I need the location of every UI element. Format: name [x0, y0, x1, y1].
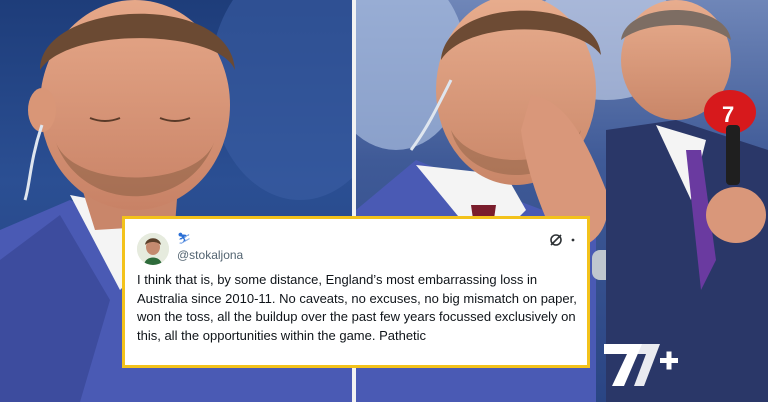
more-icon[interactable] [571, 233, 575, 247]
verified-badge-icon: ⛷ [177, 233, 191, 245]
tweet-author: ⛷ @stokaljona [177, 233, 243, 262]
svg-text:7: 7 [722, 102, 734, 127]
avatar[interactable] [137, 233, 169, 265]
tweet-text: I think that is, by some distance, Engla… [137, 272, 577, 343]
tweet-card[interactable]: ⛷ @stokaljona I think that is, by some d… [122, 216, 590, 368]
seven-plus-logo-mark [604, 344, 678, 386]
tweet-actions [549, 233, 575, 247]
avatar-image [137, 233, 169, 265]
grok-icon[interactable] [549, 233, 563, 247]
tweet-handle[interactable]: @stokaljona [177, 248, 243, 262]
seven-plus-logo [602, 340, 682, 390]
